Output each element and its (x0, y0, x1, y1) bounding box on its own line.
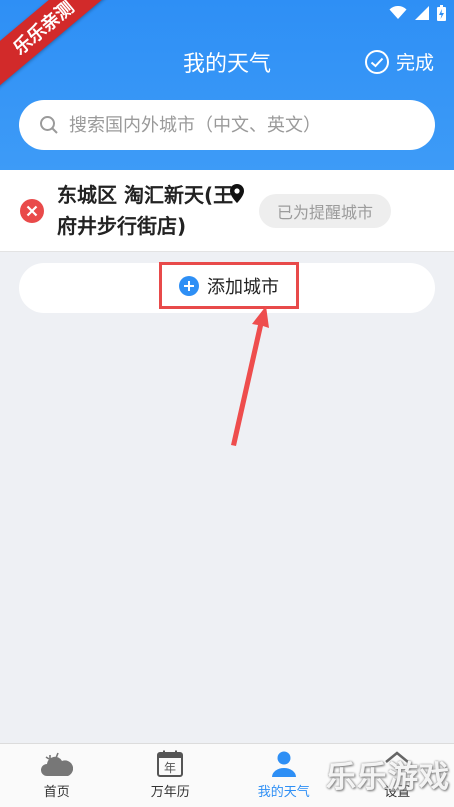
done-button[interactable]: 完成 (364, 48, 434, 75)
tab-my-weather-label: 我的天气 (257, 785, 310, 800)
signal-icon (415, 6, 429, 20)
add-city-button[interactable]: 添加城市 (159, 262, 299, 309)
cloud-icon (40, 752, 73, 776)
battery-icon (437, 5, 446, 21)
remove-city-button[interactable] (20, 199, 44, 223)
location-pin-icon (230, 184, 244, 203)
remind-city-button[interactable]: 已为提醒城市 (259, 194, 391, 228)
search-input[interactable] (69, 114, 409, 136)
done-label: 完成 (395, 52, 434, 74)
tab-my-weather[interactable]: 我的天气 (227, 744, 341, 807)
tab-calendar-label: 万年历 (150, 785, 190, 800)
calendar-icon-text: 年 (164, 761, 176, 775)
tab-home-label: 首页 (43, 785, 70, 800)
tab-calendar[interactable]: 年 万年历 (114, 744, 228, 807)
status-bar (389, 5, 446, 21)
tab-home[interactable]: 首页 (0, 744, 114, 807)
calendar-icon: 年 (157, 750, 184, 777)
check-circle-icon (364, 49, 389, 74)
close-icon (26, 205, 38, 217)
city-name: 东城区 淘汇新天(王府井步行街店) (57, 183, 234, 238)
plus-circle-icon (179, 275, 199, 296)
watermark-logo: 乐乐游戏 (326, 760, 450, 795)
person-icon (271, 751, 296, 777)
search-bar[interactable] (19, 100, 435, 150)
add-city-label: 添加城市 (207, 276, 279, 298)
wifi-icon (389, 6, 407, 19)
search-icon (40, 116, 58, 134)
